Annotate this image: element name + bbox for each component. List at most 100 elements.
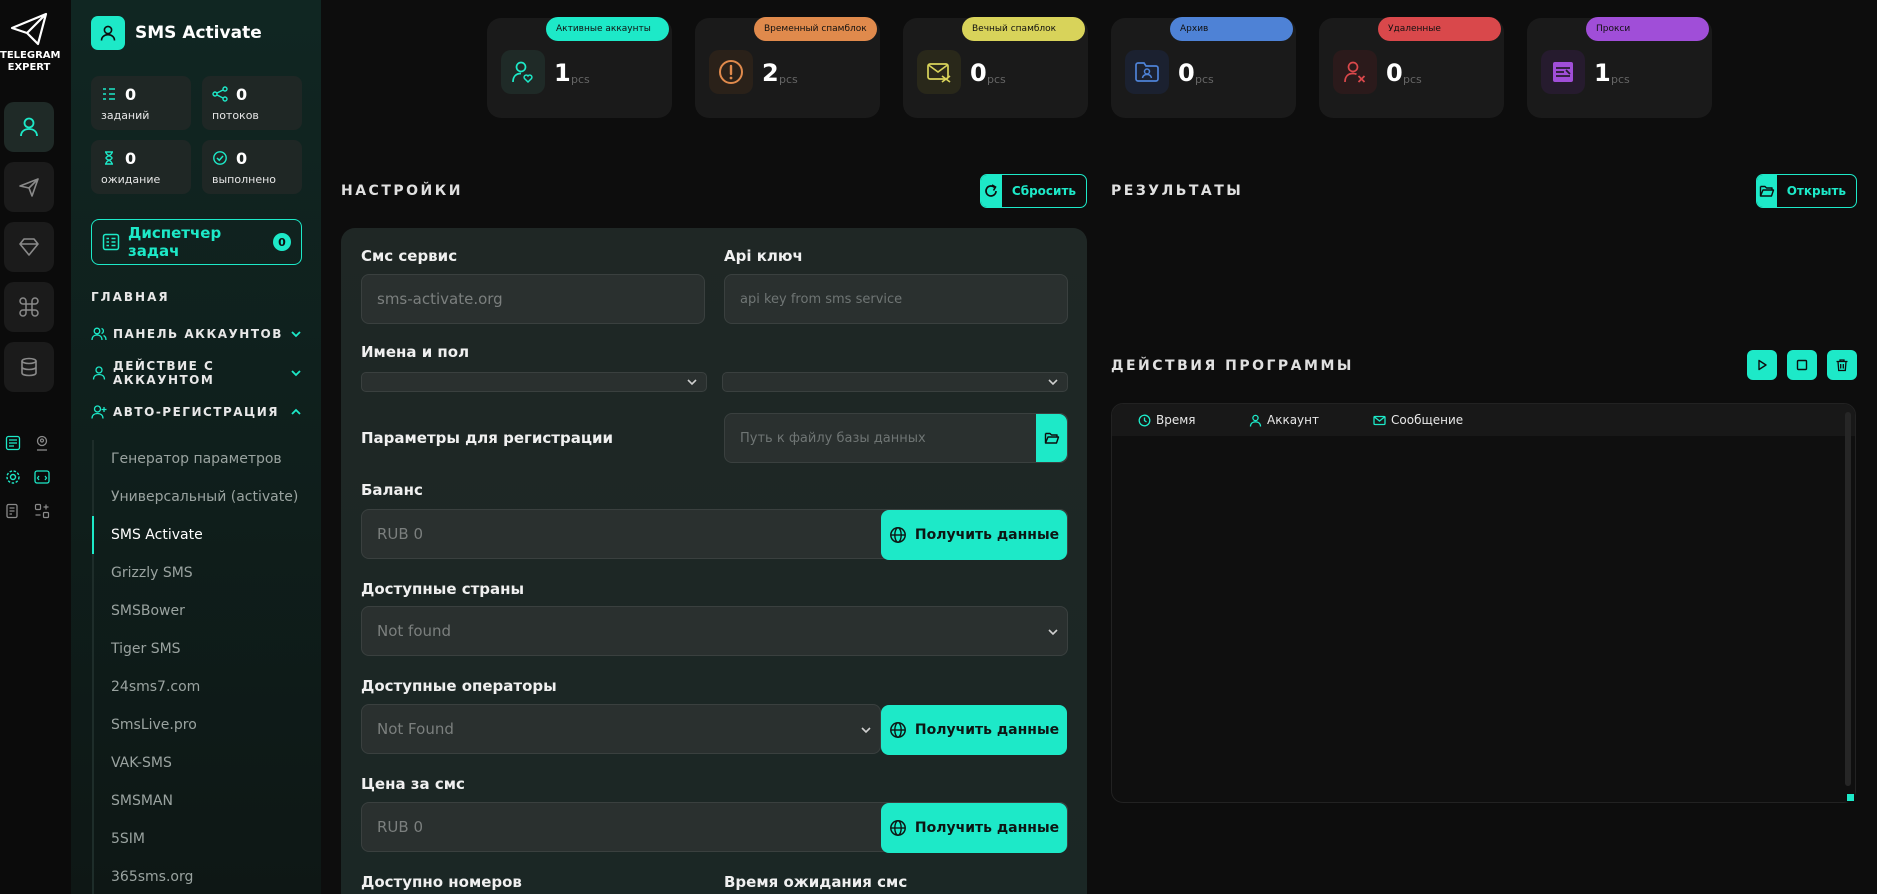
- stop-button[interactable]: [1787, 350, 1817, 380]
- get-operators-button[interactable]: Получить данные: [881, 705, 1067, 755]
- stop-icon: [1796, 359, 1808, 371]
- sms-service-field[interactable]: sms-activate.org: [361, 274, 705, 324]
- user-icon: [20, 117, 38, 137]
- card-temp-spamblock[interactable]: Временный спамблок 2 pcs: [695, 17, 880, 118]
- rail-tool-2[interactable]: [31, 432, 53, 454]
- stat-completed-label: выполнено: [212, 173, 277, 186]
- countries-select[interactable]: Not found: [361, 606, 1068, 656]
- card-tag: Вечный спамблок: [962, 17, 1085, 41]
- resize-handle[interactable]: [1846, 793, 1855, 802]
- column-message[interactable]: Сообщение: [1373, 413, 1463, 427]
- service-item[interactable]: SmsLive.pro: [92, 706, 302, 744]
- log-scrollbar[interactable]: [1845, 412, 1851, 786]
- service-item[interactable]: 365sms.org: [92, 858, 302, 894]
- get-price-button[interactable]: Получить данные: [881, 803, 1067, 853]
- clear-log-button[interactable]: [1827, 350, 1857, 380]
- rail-database-button[interactable]: [4, 342, 54, 392]
- rail-accounts-button[interactable]: [4, 102, 54, 152]
- gear-icon: [6, 470, 20, 484]
- reset-label: Сбросить: [1011, 184, 1076, 198]
- nav-group-accounts-panel-label: ПАНЕЛЬ АККАУНТОВ: [113, 327, 283, 341]
- service-item[interactable]: SMSMAN: [92, 782, 302, 820]
- card-unit: pcs: [1403, 73, 1422, 86]
- card-value: 0: [1386, 59, 1403, 87]
- service-item[interactable]: 5SIM: [92, 820, 302, 858]
- task-manager-button[interactable]: Диспетчер задач 0: [91, 219, 302, 265]
- alert-icon: [709, 50, 753, 94]
- paper-plane-logo-icon: [10, 12, 48, 46]
- globe-icon: [889, 820, 906, 836]
- document-edit-icon: [6, 503, 18, 519]
- column-account[interactable]: Аккаунт: [1249, 413, 1319, 427]
- task-manager-label: Диспетчер задач: [128, 224, 222, 260]
- trash-icon: [1836, 359, 1848, 372]
- open-results-button[interactable]: Открыть: [1756, 174, 1857, 208]
- mail-blocked-icon: [917, 50, 961, 94]
- api-key-input[interactable]: api key from sms service: [724, 274, 1068, 324]
- rail-commands-button[interactable]: [4, 282, 54, 332]
- service-item[interactable]: Grizzly SMS: [92, 554, 302, 592]
- service-item[interactable]: Tiger SMS: [92, 630, 302, 668]
- stat-threads: 0 потоков: [202, 76, 302, 130]
- chevron-down-icon: [861, 727, 871, 734]
- db-path-input[interactable]: Путь к файлу базы данных: [724, 413, 1068, 463]
- refresh-icon: [981, 175, 1002, 207]
- database-icon: [21, 357, 37, 377]
- column-time[interactable]: Время: [1138, 413, 1196, 427]
- stat-tasks-label: заданий: [101, 109, 150, 122]
- service-item[interactable]: SMSBower: [92, 592, 302, 630]
- operators-select[interactable]: Not Found: [361, 704, 881, 754]
- service-item[interactable]: Универсальный (activate): [92, 478, 302, 516]
- gender-select[interactable]: [722, 372, 1068, 392]
- api-key-label: Api ключ: [724, 247, 803, 265]
- app-user-icon: [91, 16, 125, 50]
- rail-tool-1[interactable]: [2, 432, 24, 454]
- card-deleted[interactable]: Удаленные 0 pcs: [1319, 17, 1504, 118]
- balance-label: Баланс: [361, 481, 423, 499]
- send-icon: [19, 178, 39, 197]
- tasks-icon: [103, 88, 115, 100]
- nav-group-accounts-panel[interactable]: ПАНЕЛЬ АККАУНТОВ: [91, 322, 302, 346]
- card-value: 0: [970, 59, 987, 87]
- card-proxy[interactable]: Прокси 1 pcs: [1527, 17, 1712, 118]
- service-item[interactable]: Генератор параметров: [92, 440, 302, 478]
- nav-group-account-action-label: ДЕЙСТВИЕ С АККАУНТОМ: [113, 359, 215, 387]
- rail-tool-3[interactable]: [2, 466, 24, 488]
- browse-folder-button[interactable]: [1036, 414, 1067, 462]
- nav-group-auto-registration[interactable]: АВТО-РЕГИСТРАЦИЯ: [91, 400, 302, 424]
- apps-icon: [34, 503, 50, 519]
- card-perm-spamblock[interactable]: Вечный спамблок 0 pcs: [903, 17, 1088, 118]
- globe-icon: [889, 527, 906, 543]
- column-account-label: Аккаунт: [1267, 413, 1319, 427]
- operators-label: Доступные операторы: [361, 677, 557, 695]
- get-balance-button[interactable]: Получить данные: [881, 510, 1067, 560]
- sms-wait-label: Время ожидания смс: [724, 873, 908, 891]
- card-tag: Активные аккаунты: [546, 17, 669, 41]
- rail-mailing-button[interactable]: [4, 162, 54, 212]
- rail-tool-6[interactable]: [31, 500, 53, 522]
- task-manager-icon: [102, 233, 120, 251]
- stat-waiting: 0 ожидание: [91, 140, 191, 194]
- actions-log-table[interactable]: Время Аккаунт Сообщение: [1111, 403, 1856, 803]
- service-item[interactable]: VAK-SMS: [92, 744, 302, 782]
- chevron-down-icon: [1048, 629, 1058, 636]
- card-unit: pcs: [1611, 73, 1630, 86]
- app-title-text: SMS Activate: [135, 23, 262, 43]
- nav-group-account-action[interactable]: ДЕЙСТВИЕ С АККАУНТОМ: [91, 359, 302, 387]
- card-archive[interactable]: Архив 0 pcs: [1111, 17, 1296, 118]
- stat-waiting-label: ожидание: [101, 173, 161, 186]
- reset-button[interactable]: Сбросить: [980, 174, 1087, 208]
- names-select[interactable]: [361, 372, 707, 392]
- card-active-accounts[interactable]: Активные аккаунты 1 pcs: [487, 17, 672, 118]
- rail-premium-button[interactable]: [4, 222, 54, 272]
- user-icon: [92, 366, 106, 380]
- service-item-active[interactable]: SMS Activate: [92, 516, 302, 554]
- rail-tool-4[interactable]: [31, 466, 53, 488]
- rail-tool-5[interactable]: [2, 500, 24, 522]
- service-item[interactable]: 24sms7.com: [92, 668, 302, 706]
- folder-open-icon: [1044, 432, 1059, 444]
- card-tag: Прокси: [1586, 17, 1709, 41]
- countries-label: Доступные страны: [361, 580, 525, 598]
- start-button[interactable]: [1747, 350, 1777, 380]
- stat-threads-value: 0: [236, 85, 248, 104]
